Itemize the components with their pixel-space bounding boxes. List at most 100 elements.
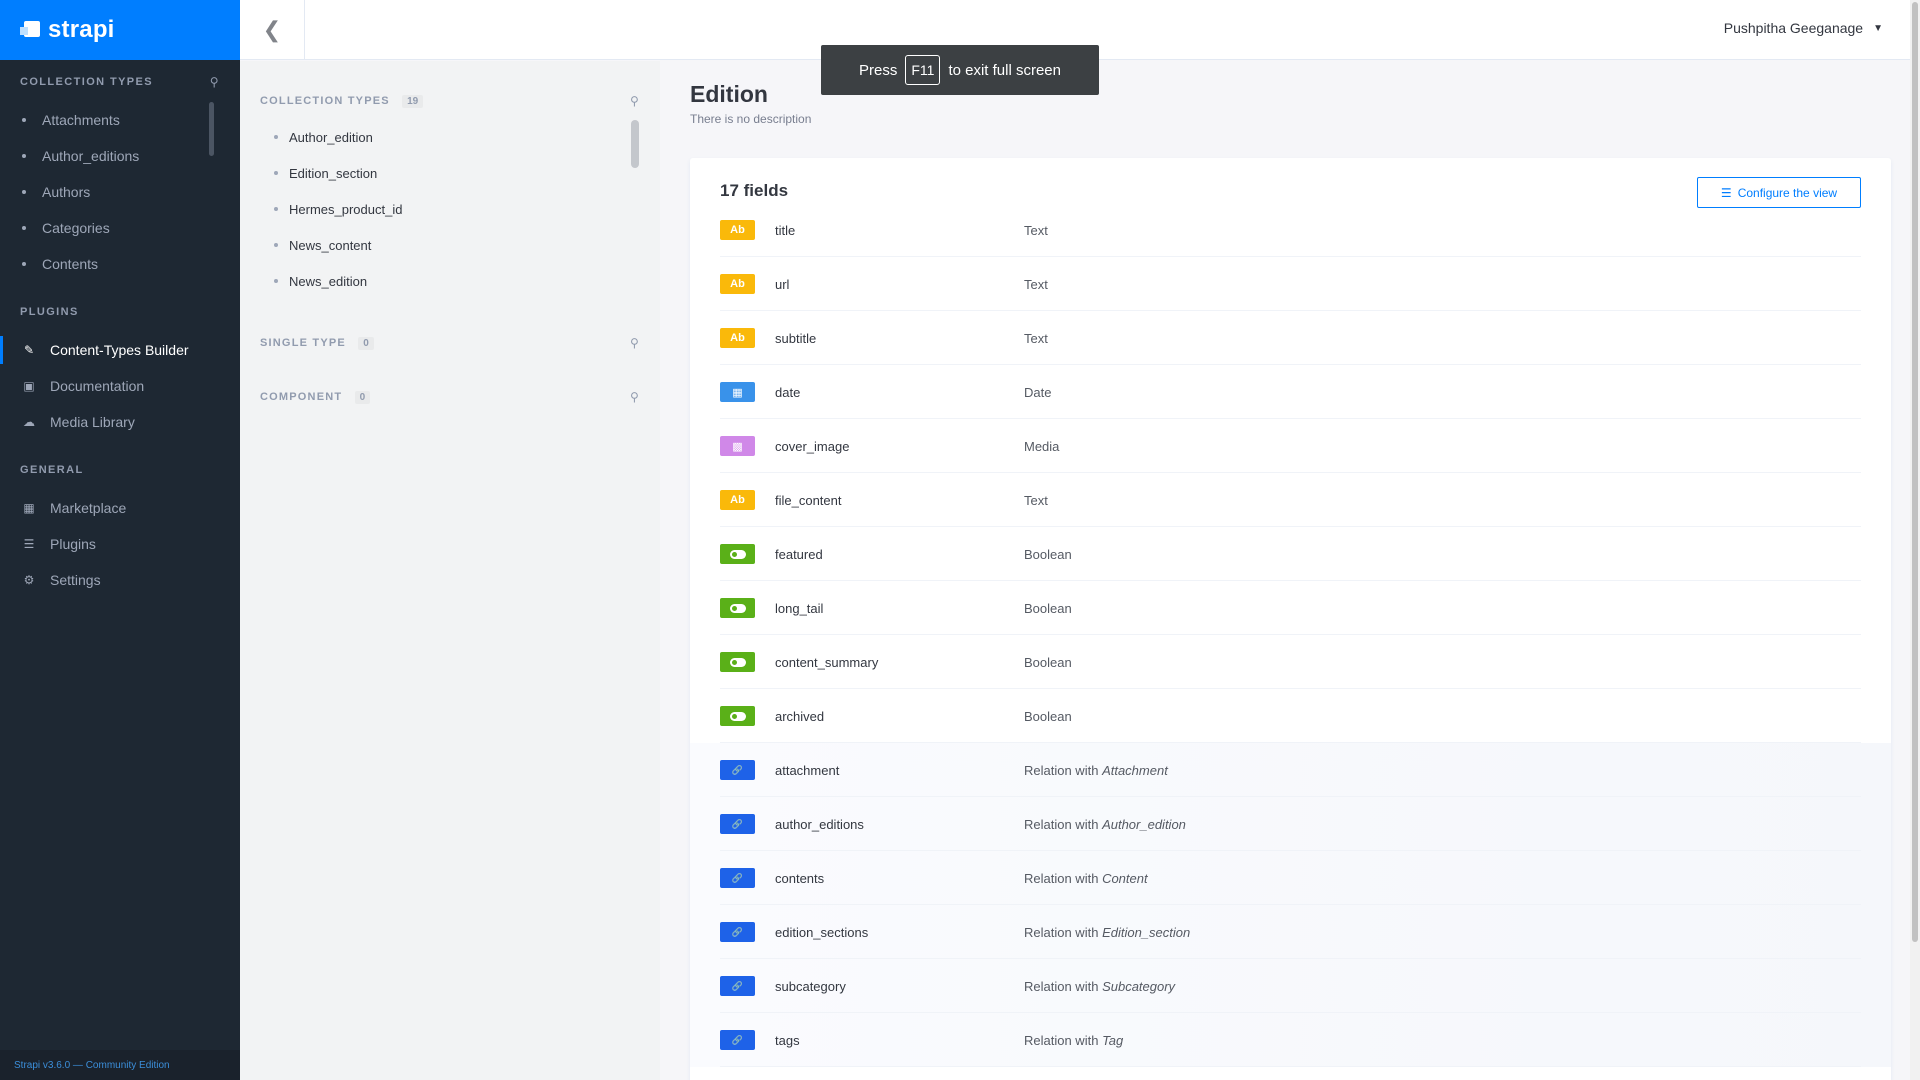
calendar-icon: ▦ xyxy=(720,382,755,402)
field-type-label: Relation with xyxy=(1024,762,1099,778)
sidebar-item-collection[interactable]: Categories xyxy=(0,210,240,246)
field-row[interactable]: Ab title Text xyxy=(690,203,1891,257)
field-row[interactable]: Ab subtitle Text xyxy=(690,311,1891,365)
field-name: long_tail xyxy=(775,600,824,616)
field-type: Media xyxy=(1024,439,1059,454)
field-row[interactable]: Ab url Text xyxy=(690,257,1891,311)
field-row[interactable]: content_summary Boolean xyxy=(690,635,1891,689)
field-type-label: Boolean xyxy=(1024,708,1072,724)
field-type-label: Boolean xyxy=(1024,600,1072,616)
field-row[interactable]: Ab file_content Text xyxy=(690,473,1891,527)
field-type: Boolean xyxy=(1024,655,1072,670)
subnav-collection-types-header: Collection Types 19 ⚲ xyxy=(240,91,660,111)
link-icon: 🔗 xyxy=(720,1030,755,1050)
bullet-icon xyxy=(22,118,26,122)
collection-types-count-badge: 19 xyxy=(402,94,424,108)
sidebar-item-marketplace[interactable]: ▦ Marketplace xyxy=(0,490,240,526)
book-icon: ▣ xyxy=(23,379,35,393)
field-name: content_summary xyxy=(775,654,879,670)
field-row[interactable]: 🔗 author_editions Relation with Author_edi… xyxy=(690,797,1891,851)
fields-card: 17 fields ☰ Configure the view Ab title Te… xyxy=(690,158,1891,1080)
bullet-icon xyxy=(274,279,278,283)
field-name: cover_image xyxy=(775,438,850,454)
sidebar-item-media-library[interactable]: ☁ Media Library xyxy=(0,404,240,440)
sidebar-item-collection[interactable]: Attachments xyxy=(0,102,240,138)
field-type: Relation with Attachment xyxy=(1024,763,1168,778)
subnav-item-label: Author_edition xyxy=(289,129,373,145)
subnav-item[interactable]: News_edition xyxy=(240,263,660,299)
subnav-item[interactable]: Hermes_product_id xyxy=(240,191,660,227)
general-section-title: General xyxy=(0,462,240,478)
field-type: Relation with Edition_section xyxy=(1024,925,1190,940)
field-name: edition_sections xyxy=(775,924,869,940)
link-icon: 🔗 xyxy=(720,760,755,780)
field-row[interactable]: archived Boolean xyxy=(690,689,1891,743)
sidebar-item-label: Authors xyxy=(42,184,91,200)
bullet-icon xyxy=(22,154,26,158)
field-row[interactable]: 🔗 tags Relation with Tag xyxy=(690,1013,1891,1067)
relation-target: Tag xyxy=(1102,1032,1124,1048)
field-name: file_content xyxy=(775,492,842,508)
sidebar-item-content-types-builder[interactable]: ✎ Content-Types Builder xyxy=(0,332,240,368)
field-type-label: Boolean xyxy=(1024,546,1072,562)
sidebar-item-settings[interactable]: ⚙ Settings xyxy=(0,562,240,598)
field-row[interactable]: 🔗 subcategory Relation with Subcategory xyxy=(690,959,1891,1013)
field-type-label: Relation with xyxy=(1024,870,1099,886)
field-row[interactable]: 🔗 edition_sections Relation with Edition_s… xyxy=(690,905,1891,959)
field-row[interactable]: 🔗 attachment Relation with Attachment xyxy=(690,743,1891,797)
sidebar-item-label: Marketplace xyxy=(50,500,127,516)
field-type-label: Relation with xyxy=(1024,1032,1099,1048)
search-icon[interactable]: ⚲ xyxy=(630,94,640,108)
field-type: Relation with Tag xyxy=(1024,1033,1123,1048)
subnav-item[interactable]: Edition_section xyxy=(240,155,660,191)
field-name: featured xyxy=(775,546,823,562)
field-row[interactable]: long_tail Boolean xyxy=(690,581,1891,635)
field-type: Boolean xyxy=(1024,601,1072,616)
sidebar-item-plugins[interactable]: ☰ Plugins xyxy=(0,526,240,562)
field-row[interactable]: 🔗 contents Relation with Content xyxy=(690,851,1891,905)
page-scrollbar-thumb[interactable] xyxy=(1912,2,1918,942)
bullet-icon xyxy=(274,207,278,211)
sidebar-item-collection[interactable]: Author_editions xyxy=(0,138,240,174)
version-footer[interactable]: Strapi v3.6.0 — Community Edition xyxy=(0,1050,240,1080)
page-description: There is no description xyxy=(690,112,812,126)
relation-target: Attachment xyxy=(1102,762,1168,778)
subnav-single-type-title: Single Type xyxy=(260,336,346,349)
fields-list: Ab title Text Ab url Text Ab subtitle Text ▦ date D… xyxy=(690,203,1891,1067)
field-name: date xyxy=(775,384,801,400)
sidebar-item-label: Documentation xyxy=(50,378,145,394)
sidebar-item-documentation[interactable]: ▣ Documentation xyxy=(0,368,240,404)
sidebar-item-collection[interactable]: Authors xyxy=(0,174,240,210)
subnav-collection-types-title: Collection Types xyxy=(260,94,390,107)
shopping-basket-icon: ▦ xyxy=(23,501,35,515)
search-icon[interactable]: ⚲ xyxy=(630,390,640,404)
field-row[interactable]: featured Boolean xyxy=(690,527,1891,581)
cloud-upload-icon: ☁ xyxy=(23,415,35,429)
component-count-badge: 0 xyxy=(354,390,371,404)
subnav-scrollbar[interactable] xyxy=(631,120,639,168)
search-icon[interactable]: ⚲ xyxy=(630,336,640,350)
sidebar-item-collection[interactable]: Contents xyxy=(0,246,240,282)
back-button[interactable]: ❮ xyxy=(240,0,305,60)
search-icon[interactable]: ⚲ xyxy=(210,75,220,89)
subnav-item[interactable]: News_content xyxy=(240,227,660,263)
caret-down-icon: ▼ xyxy=(1873,22,1883,34)
field-name: archived xyxy=(775,708,825,724)
bullet-icon xyxy=(22,226,26,230)
subnav-item[interactable]: Author_edition xyxy=(240,119,660,155)
user-menu[interactable]: Pushpitha Geeganage ▼ xyxy=(1724,20,1883,36)
layout-icon: ☰ xyxy=(1720,185,1732,200)
sidebar-item-label: Content-Types Builder xyxy=(50,342,189,358)
brand-logo[interactable]: strapi xyxy=(0,0,240,60)
field-row[interactable]: ▦ date Date xyxy=(690,365,1891,419)
subnav-single-type-header: Single Type 0 ⚲ xyxy=(240,333,660,353)
sidebar-scrollbar[interactable] xyxy=(209,102,214,156)
field-type: Relation with Author_edition xyxy=(1024,817,1186,832)
bullet-icon xyxy=(22,190,26,194)
relation-target: Author_edition xyxy=(1102,816,1186,832)
user-name: Pushpitha Geeganage xyxy=(1723,20,1864,36)
sidebar-item-label: Settings xyxy=(50,572,101,588)
page-scrollbar[interactable] xyxy=(1910,0,1920,1080)
field-row[interactable]: ▩ cover_image Media xyxy=(690,419,1891,473)
plugins-title: Plugins xyxy=(20,306,79,318)
